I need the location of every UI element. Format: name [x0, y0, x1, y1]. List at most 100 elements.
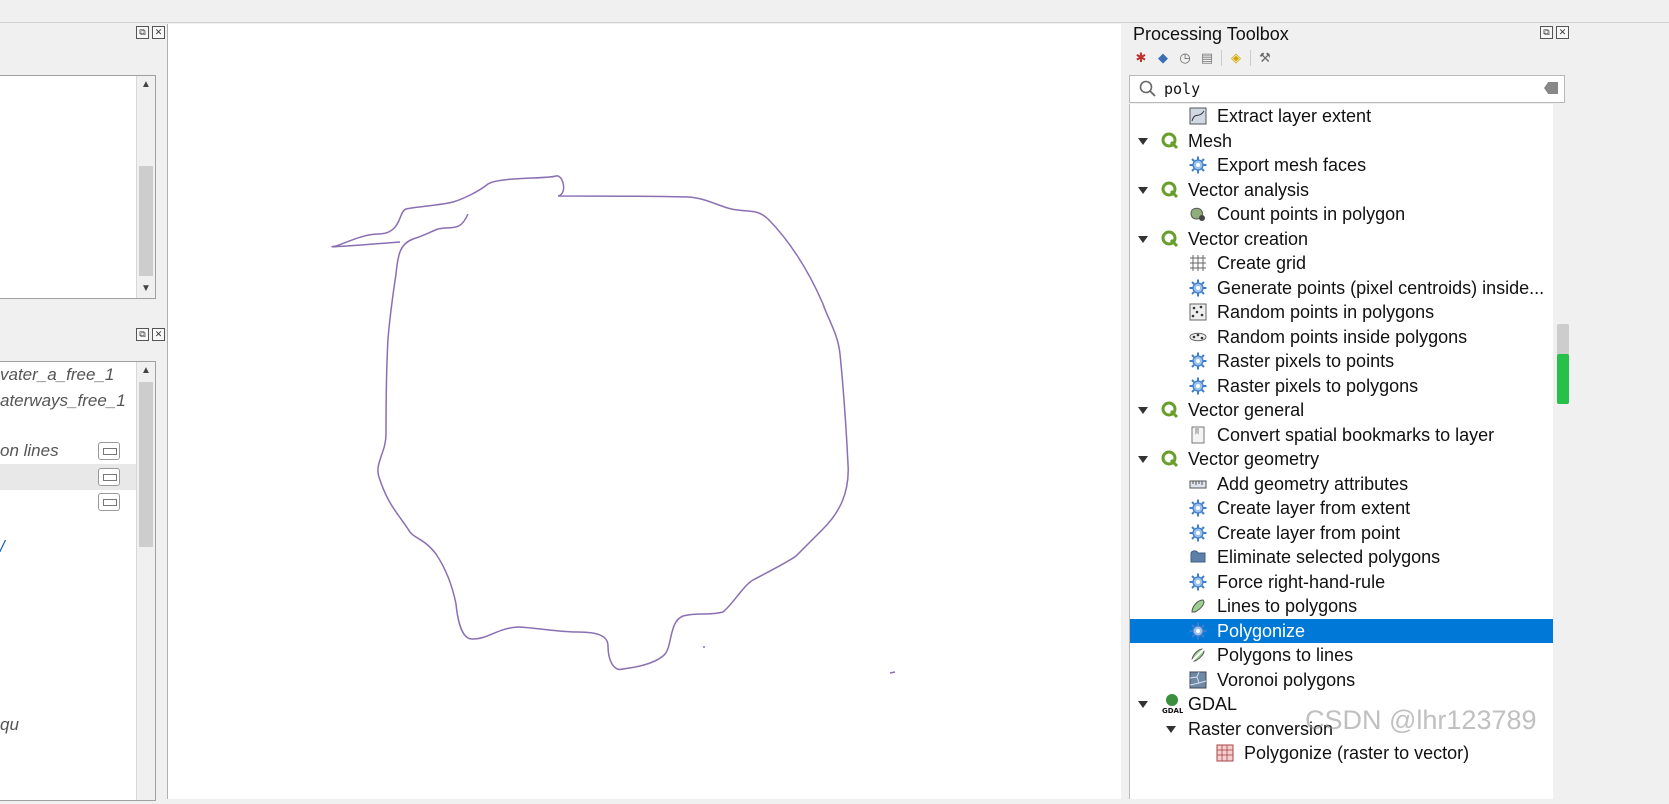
history-icon[interactable]: ◷ — [1177, 50, 1193, 66]
scroll-thumb[interactable] — [139, 382, 153, 547]
layer-indicator-icon[interactable] — [98, 493, 120, 511]
tree-algorithm-item[interactable]: Raster pixels to polygons — [1130, 374, 1554, 398]
tree-item-label: Vector analysis — [1188, 179, 1310, 200]
tree-algorithm-item[interactable]: Count points in polygon — [1130, 202, 1554, 226]
scroll-thumb[interactable] — [139, 166, 153, 276]
tree-item-label: Convert spatial bookmarks to layer — [1217, 424, 1495, 445]
svg-text:GDAL: GDAL — [1162, 707, 1183, 715]
help-icon[interactable]: ◈ — [1228, 50, 1244, 66]
tree-algorithm-item[interactable]: Create layer from point — [1130, 521, 1554, 545]
tree-item-label: Count points in polygon — [1217, 204, 1406, 224]
expand-caret-icon[interactable] — [1166, 725, 1176, 733]
search-input[interactable] — [1162, 78, 1536, 100]
models-icon[interactable]: ✱ — [1133, 50, 1149, 66]
tree-algorithm-item[interactable]: Polygonize — [1130, 618, 1554, 643]
tree-algorithm-item[interactable]: Polygonize (raster to vector) — [1130, 741, 1554, 765]
tree-item-label: Raster pixels to polygons — [1217, 375, 1419, 396]
gear-icon — [1189, 622, 1207, 640]
map-canvas[interactable] — [167, 24, 1122, 799]
layer-item[interactable] — [0, 489, 136, 515]
float-icon[interactable]: ⧉ — [136, 328, 149, 341]
qgis-icon — [1161, 401, 1179, 419]
tree-algorithm-item[interactable]: Extract layer extent — [1130, 104, 1554, 128]
close-icon[interactable]: ✕ — [152, 26, 165, 39]
tree-item-label: Create grid — [1217, 253, 1307, 273]
layer-item[interactable] — [0, 464, 136, 490]
layer-item[interactable]: / — [0, 534, 5, 560]
python-icon[interactable]: ◆ — [1155, 50, 1171, 66]
layer-item[interactable]: on lines — [0, 438, 136, 464]
tree-group[interactable]: Vector creation — [1130, 227, 1554, 251]
qgis-icon — [1161, 230, 1179, 248]
tree-group[interactable]: Vector analysis — [1130, 178, 1554, 202]
panel-dock-buttons: ⧉ ✕ — [1540, 26, 1569, 39]
tree-algorithm-item[interactable]: Add geometry attributes — [1130, 472, 1554, 496]
qgis-icon — [1161, 181, 1179, 199]
panel-dock-buttons: ⧉ ✕ — [136, 328, 165, 341]
toolbox-title: Processing Toolbox — [1133, 24, 1289, 44]
panel-dock-buttons: ⧉ ✕ — [136, 26, 165, 39]
lines-to-polygons-icon — [1189, 597, 1207, 615]
qgis-icon — [1161, 450, 1179, 468]
raster-grid-icon — [1216, 744, 1234, 762]
layer-indicator-icon[interactable] — [98, 442, 120, 460]
layer-item[interactable]: qu — [0, 712, 19, 738]
search-icon — [1139, 80, 1156, 97]
tree-item-label: Voronoi polygons — [1217, 669, 1356, 690]
ruler-icon — [1189, 475, 1207, 493]
polygons-to-lines-icon — [1189, 646, 1207, 664]
layer-item[interactable]: vater_a_free_1 — [0, 362, 114, 388]
layer-item[interactable]: aterways_free_1 — [0, 388, 126, 414]
scroll-up-arrow-icon[interactable]: ▲ — [137, 362, 155, 380]
layer-indicator-icon[interactable] — [98, 468, 120, 486]
tree-algorithm-item[interactable]: Force right-hand-rule — [1130, 570, 1554, 594]
clear-search-icon[interactable] — [1544, 82, 1558, 94]
tree-algorithm-item[interactable]: Convert spatial bookmarks to layer — [1130, 423, 1554, 447]
count-points-icon — [1189, 205, 1207, 223]
tree-algorithm-item[interactable]: Export mesh faces — [1130, 153, 1554, 177]
tree-algorithm-item[interactable]: Voronoi polygons — [1130, 668, 1554, 692]
vertical-scrollbar[interactable]: ▲ — [136, 362, 155, 800]
tree-algorithm-item[interactable]: Raster pixels to points — [1130, 349, 1554, 373]
tree-item-label: Mesh — [1188, 130, 1233, 151]
map-point — [703, 646, 705, 648]
tree-group[interactable]: Vector general — [1130, 398, 1554, 422]
tree-algorithm-item[interactable]: Lines to polygons — [1130, 594, 1554, 618]
vertical-scrollbar[interactable]: ▲ ▼ — [136, 76, 155, 298]
gdal-icon: GDAL — [1161, 693, 1184, 715]
expand-caret-icon[interactable] — [1138, 456, 1148, 463]
tree-group[interactable]: Mesh — [1130, 129, 1554, 153]
tree-item-label: Random points inside polygons — [1217, 326, 1468, 347]
float-icon[interactable]: ⧉ — [1540, 26, 1553, 39]
tree-item-label: Lines to polygons — [1217, 596, 1358, 616]
extent-icon — [1189, 107, 1207, 125]
expand-caret-icon[interactable] — [1138, 701, 1148, 708]
close-icon[interactable]: ✕ — [152, 328, 165, 341]
random-points-icon — [1189, 303, 1207, 321]
float-icon[interactable]: ⧉ — [136, 26, 149, 39]
scroll-up-arrow-icon[interactable]: ▲ — [137, 76, 155, 94]
tree-group[interactable]: Vector geometry — [1130, 447, 1554, 471]
tree-algorithm-item[interactable]: Create grid — [1130, 251, 1554, 275]
toolbox-scrollbar[interactable] — [1553, 104, 1569, 799]
tree-algorithm-item[interactable]: Eliminate selected polygons — [1130, 545, 1554, 569]
tree-algorithm-item[interactable]: Polygons to lines — [1130, 643, 1554, 667]
results-icon[interactable]: ▤ — [1199, 50, 1215, 66]
expand-caret-icon[interactable] — [1138, 137, 1148, 145]
scroll-down-arrow-icon[interactable]: ▼ — [137, 280, 155, 298]
tree-item-label: Raster pixels to points — [1217, 351, 1395, 371]
layer-label: on lines — [0, 441, 59, 460]
options-icon[interactable]: ⚒ — [1257, 50, 1273, 66]
layers-panel: ⧉ ✕ vater_a_free_1 aterways_free_1 on li… — [0, 326, 167, 801]
gear-icon — [1189, 499, 1207, 517]
tree-algorithm-item[interactable]: Create layer from extent — [1130, 496, 1554, 520]
search-box[interactable] — [1129, 75, 1565, 103]
close-icon[interactable]: ✕ — [1556, 26, 1569, 39]
expand-caret-icon[interactable] — [1138, 407, 1148, 414]
tree-item-label: GDAL — [1188, 694, 1238, 714]
expand-caret-icon[interactable] — [1138, 235, 1148, 243]
tree-algorithm-item[interactable]: Random points in polygons — [1130, 300, 1554, 324]
tree-algorithm-item[interactable]: Generate points (pixel centroids) inside… — [1130, 276, 1554, 300]
tree-algorithm-item[interactable]: Random points inside polygons — [1130, 325, 1554, 349]
expand-caret-icon[interactable] — [1138, 186, 1148, 194]
